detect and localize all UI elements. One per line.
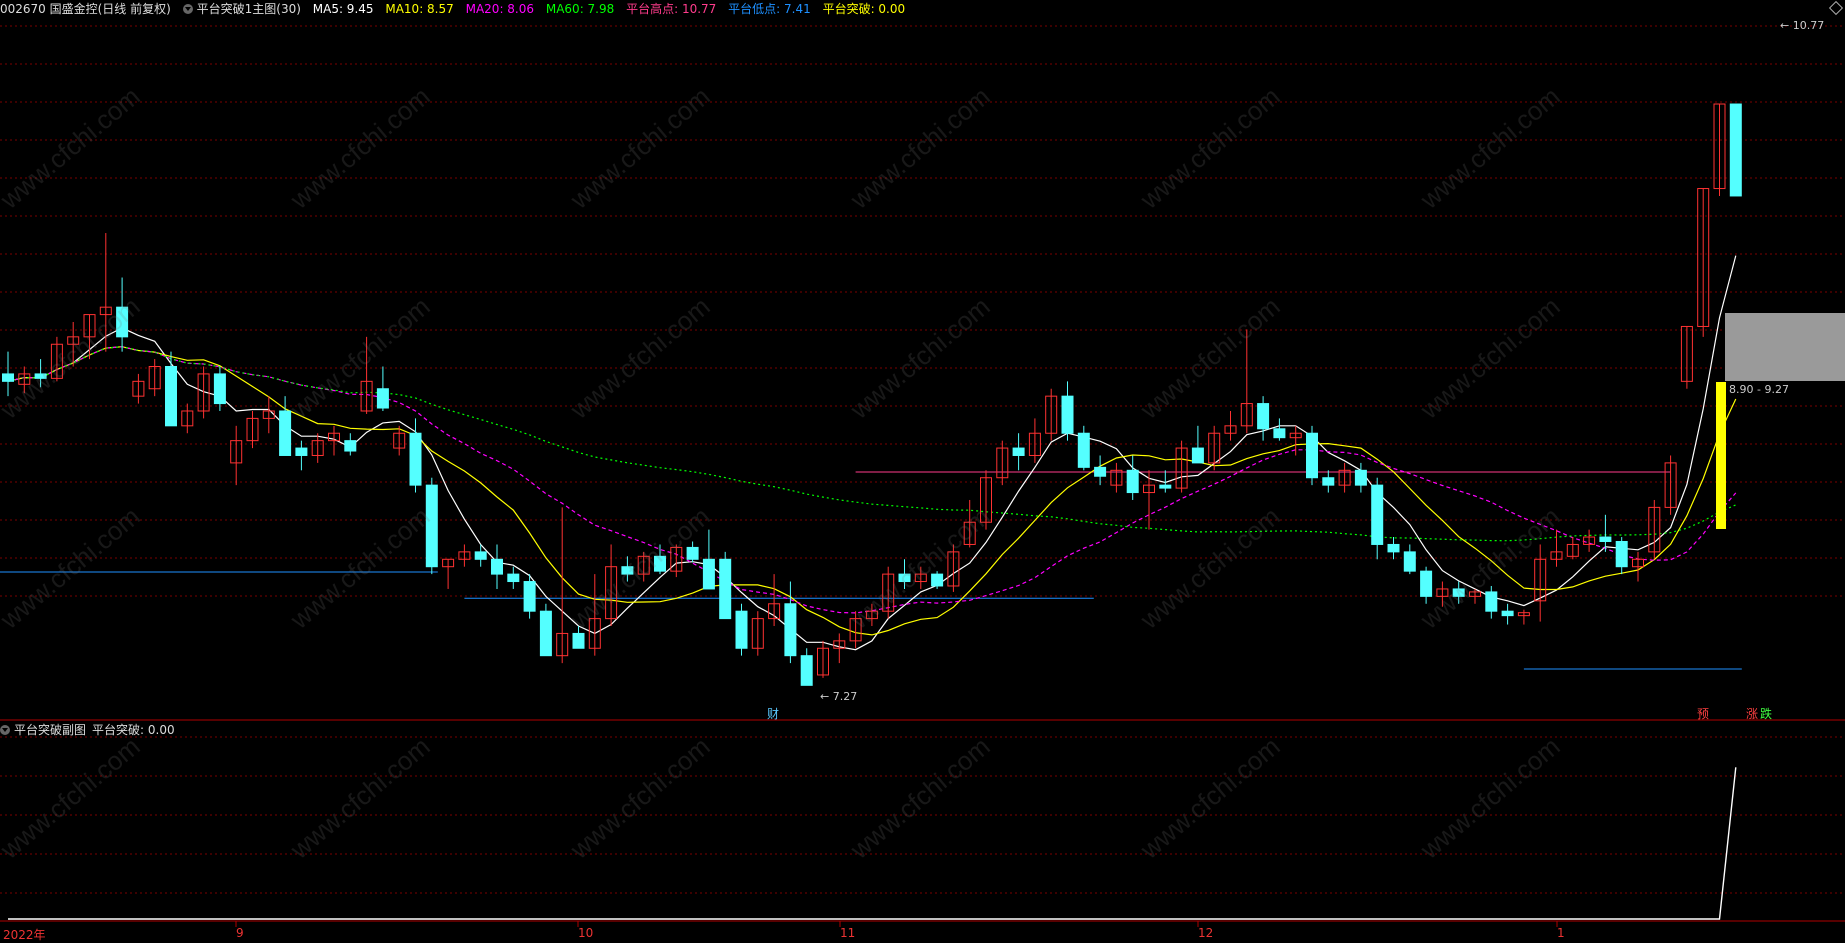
candle-body xyxy=(213,373,226,405)
candle-body xyxy=(1354,469,1367,486)
candle-body xyxy=(1257,403,1270,430)
watermark-text: www.cfchi.com xyxy=(1414,731,1566,865)
watermark-text: www.cfchi.com xyxy=(1414,81,1566,215)
ma5-label: MA5: 9.45 xyxy=(312,2,374,16)
main-header: 002670 国盛金控(日线 前复权) 平台突破1主图(30) MA5: 9.4… xyxy=(0,0,913,18)
candle-body xyxy=(1094,466,1107,477)
die-marker[interactable]: 跌 xyxy=(1760,705,1772,722)
watermark-text: www.cfchi.com xyxy=(1414,501,1566,635)
collapse-icon[interactable] xyxy=(182,4,193,14)
candle-body xyxy=(1371,484,1384,545)
candle-body xyxy=(1322,477,1335,486)
candle-body xyxy=(491,558,503,575)
candle-body xyxy=(1420,570,1433,597)
kline-chart[interactable]: www.cfchi.com www.cfchi.com www.cfchi.com w… xyxy=(0,0,1845,941)
candle-body xyxy=(1387,543,1400,553)
x-label-year: 2022年 xyxy=(3,928,46,942)
candle-body xyxy=(1077,432,1090,468)
candle-body xyxy=(686,546,699,560)
candle-body xyxy=(1615,540,1628,568)
watermark-text: www.cfchi.com xyxy=(564,81,716,215)
candle-body xyxy=(1729,103,1742,197)
x-label-sep: 9 xyxy=(236,926,244,940)
candle-body xyxy=(735,610,748,649)
ma20-label: MA20: 8.06 xyxy=(465,2,535,16)
x-label-dec: 12 xyxy=(1198,926,1214,940)
candle-body xyxy=(1061,395,1074,434)
stock-title[interactable]: 002670 国盛金控(日线 前复权) xyxy=(0,2,171,16)
candle-body xyxy=(1501,610,1514,617)
watermark-text: www.cfchi.com xyxy=(0,81,146,215)
candle-body xyxy=(295,447,308,456)
collapse-icon[interactable] xyxy=(0,725,10,735)
candle-body xyxy=(1403,551,1416,572)
signals xyxy=(1716,313,1845,529)
x-label-jan: 1 xyxy=(1557,926,1565,940)
watermark-text: www.cfchi.com xyxy=(284,731,436,865)
candle-body xyxy=(344,440,357,452)
watermark-text: www.cfchi.com xyxy=(284,291,436,425)
candle-body xyxy=(1306,432,1318,479)
x-label-nov: 11 xyxy=(840,926,856,940)
watermark-text: www.cfchi.com xyxy=(284,501,436,635)
candle-body xyxy=(523,581,536,612)
ma10-label: MA10: 8.57 xyxy=(385,2,454,16)
high-price-label: ← 10.77 xyxy=(1780,19,1825,32)
candle-body xyxy=(572,632,585,649)
watermarks: www.cfchi.com www.cfchi.com www.cfchi.com w… xyxy=(0,81,1566,865)
candle-body xyxy=(376,388,389,409)
sub-header: 平台突破副图 平台突破: 0.00 xyxy=(0,721,183,739)
platform-low-label: 平台低点: 7.41 xyxy=(728,2,811,16)
watermark-text: www.cfchi.com xyxy=(284,81,436,215)
x-label-oct: 10 xyxy=(578,926,594,940)
watermark-text: www.cfchi.com xyxy=(1134,81,1286,215)
sub-indicator-name[interactable]: 平台突破副图 xyxy=(14,723,86,737)
watermark-text: www.cfchi.com xyxy=(564,501,716,635)
low-price-label: ← 7.27 xyxy=(820,690,858,703)
ma60-label: MA60: 7.98 xyxy=(545,2,615,16)
watermark-text: www.cfchi.com xyxy=(564,291,716,425)
watermark-text: www.cfchi.com xyxy=(564,731,716,865)
candle-body xyxy=(2,373,14,382)
breakout-signal-bar xyxy=(1716,382,1726,529)
watermark-text: www.cfchi.com xyxy=(844,81,996,215)
watermark-text: www.cfchi.com xyxy=(1134,501,1286,635)
watermark-text: www.cfchi.com xyxy=(844,731,996,865)
candle-body xyxy=(474,551,487,560)
candle-body xyxy=(1599,536,1612,542)
candle-body xyxy=(702,558,715,590)
sub-platform-break-label: 平台突破: 0.00 xyxy=(92,723,175,737)
watermark-text: www.cfchi.com xyxy=(844,501,996,635)
watermark-text: www.cfchi.com xyxy=(0,291,146,425)
candle-body xyxy=(800,655,813,686)
candle-body xyxy=(507,573,520,583)
cai-marker[interactable]: 财 xyxy=(767,705,779,722)
candle-body xyxy=(1191,447,1204,464)
watermark-text: www.cfchi.com xyxy=(1414,291,1566,425)
watermark-text: www.cfchi.com xyxy=(1134,731,1286,865)
candle-body xyxy=(719,558,732,620)
candle-body xyxy=(409,432,422,486)
yu-marker[interactable]: 预 xyxy=(1697,705,1709,722)
candle-body xyxy=(1012,447,1025,456)
candle-body xyxy=(165,366,177,427)
candle-body xyxy=(279,410,292,456)
candle-body xyxy=(1273,428,1286,439)
zhang-marker[interactable]: 涨 xyxy=(1746,705,1758,722)
watermark-text: www.cfchi.com xyxy=(0,731,146,865)
platform-high-label: 平台高点: 10.77 xyxy=(626,2,717,16)
watermark-text: www.cfchi.com xyxy=(844,291,996,425)
watermark-text: www.cfchi.com xyxy=(0,501,146,635)
candle-body xyxy=(1159,484,1172,489)
candle-body xyxy=(1126,469,1139,494)
price-range-box xyxy=(1725,313,1845,381)
candle-body xyxy=(784,603,797,657)
candle-body xyxy=(539,610,552,657)
range-label: 8.90 - 9.27 xyxy=(1729,383,1789,396)
candle-body xyxy=(1485,591,1498,612)
platform-break-label: 平台突破: 0.00 xyxy=(822,2,906,16)
indicator-name[interactable]: 平台突破1主图(30) xyxy=(182,2,301,16)
